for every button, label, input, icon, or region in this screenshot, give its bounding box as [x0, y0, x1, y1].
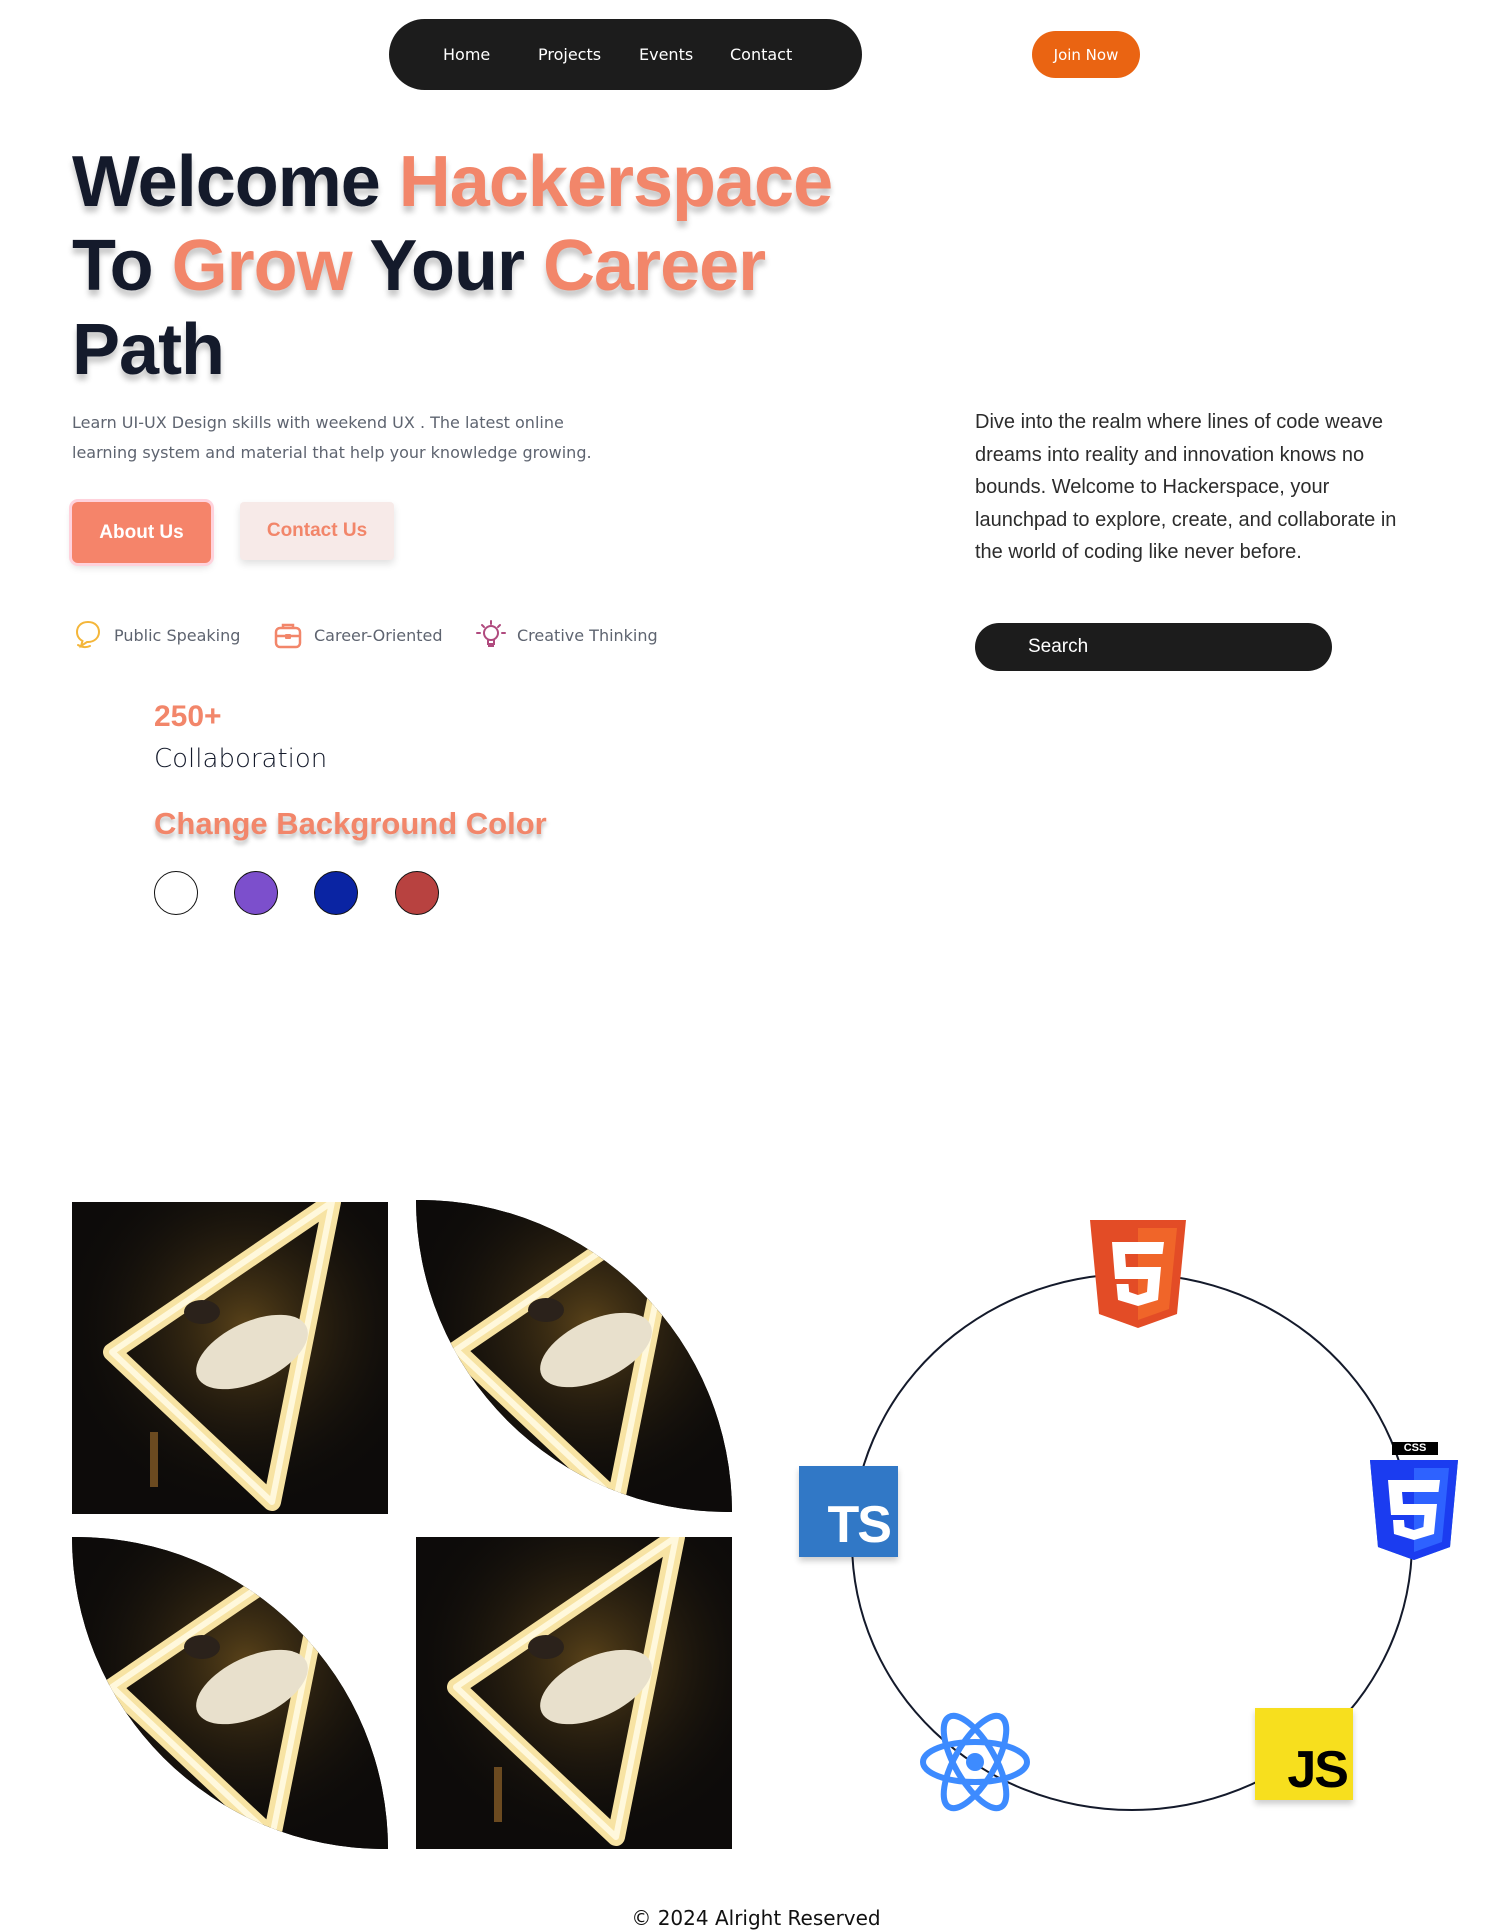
change-background-title: Change Background Color: [154, 806, 547, 841]
gallery-image-2: [416, 1200, 732, 1512]
skill-label: Public Speaking: [114, 625, 241, 645]
gallery-artwork: [72, 1202, 388, 1514]
contact-us-button[interactable]: Contact Us: [240, 502, 394, 560]
briefcase-icon: [274, 623, 302, 649]
gallery-image-1: [72, 1202, 388, 1514]
about-us-button[interactable]: About Us: [72, 502, 211, 563]
javascript-label: JS: [1287, 1741, 1349, 1799]
typescript-icon: TS: [799, 1466, 898, 1557]
join-now-button[interactable]: Join Now: [1032, 31, 1140, 78]
gallery-artwork: [416, 1537, 732, 1849]
color-swatch-blue[interactable]: [314, 871, 358, 915]
gallery-image-3: [72, 1537, 388, 1849]
hero-title-your: Your: [351, 226, 544, 306]
intro-paragraph: Dive into the realm where lines of code …: [975, 411, 1397, 563]
nav-home-link[interactable]: Home: [443, 19, 490, 90]
css-tag-label: CSS: [1392, 1442, 1438, 1455]
skill-label: Career-Oriented: [314, 625, 443, 645]
hero-lead-text: Learn UI-UX Design skills with weekend U…: [72, 413, 592, 462]
hero-title-career: Career: [543, 226, 766, 306]
skill-label: Creative Thinking: [517, 625, 658, 645]
html5-icon: [1090, 1220, 1186, 1328]
skill-public-speaking: Public Speaking: [72, 620, 240, 650]
search-button[interactable]: Search: [975, 623, 1332, 671]
color-swatch-purple[interactable]: [234, 871, 278, 915]
react-icon: [920, 1712, 1030, 1812]
footer-copyright: © 2024 Alright Reserved: [631, 1906, 881, 1930]
nav-projects-link[interactable]: Projects: [538, 19, 601, 90]
hero-title-to: To: [72, 226, 172, 306]
collaboration-count: 250+: [154, 700, 222, 733]
hero-title-grow: Grow: [171, 226, 353, 306]
gallery-image-4: [416, 1537, 732, 1849]
speech-bubble-icon: [75, 620, 101, 649]
hero-title-path: Path: [72, 310, 225, 390]
color-swatch-red[interactable]: [395, 871, 439, 915]
hero-title: Welcome Hackerspace To Grow Your Career …: [72, 140, 833, 392]
nav-events-link[interactable]: Events: [639, 19, 693, 90]
skill-career-oriented: Career-Oriented: [272, 620, 443, 650]
nav-contact-link[interactable]: Contact: [730, 19, 792, 90]
typescript-label: TS: [827, 1496, 892, 1554]
hero-title-welcome: Welcome: [72, 142, 399, 222]
javascript-icon: JS: [1255, 1708, 1353, 1800]
hero-title-hackerspace: Hackerspace: [398, 142, 833, 222]
color-swatch-white[interactable]: [154, 871, 198, 915]
lightbulb-icon: [476, 620, 506, 647]
skill-creative-thinking: Creative Thinking: [475, 620, 658, 650]
main-nav: Home Projects Events Contact: [389, 19, 862, 90]
gallery-artwork: [72, 1537, 388, 1849]
collaboration-label: Collaboration: [154, 744, 328, 774]
css3-icon: [1370, 1460, 1458, 1560]
gallery-artwork: [416, 1200, 732, 1512]
